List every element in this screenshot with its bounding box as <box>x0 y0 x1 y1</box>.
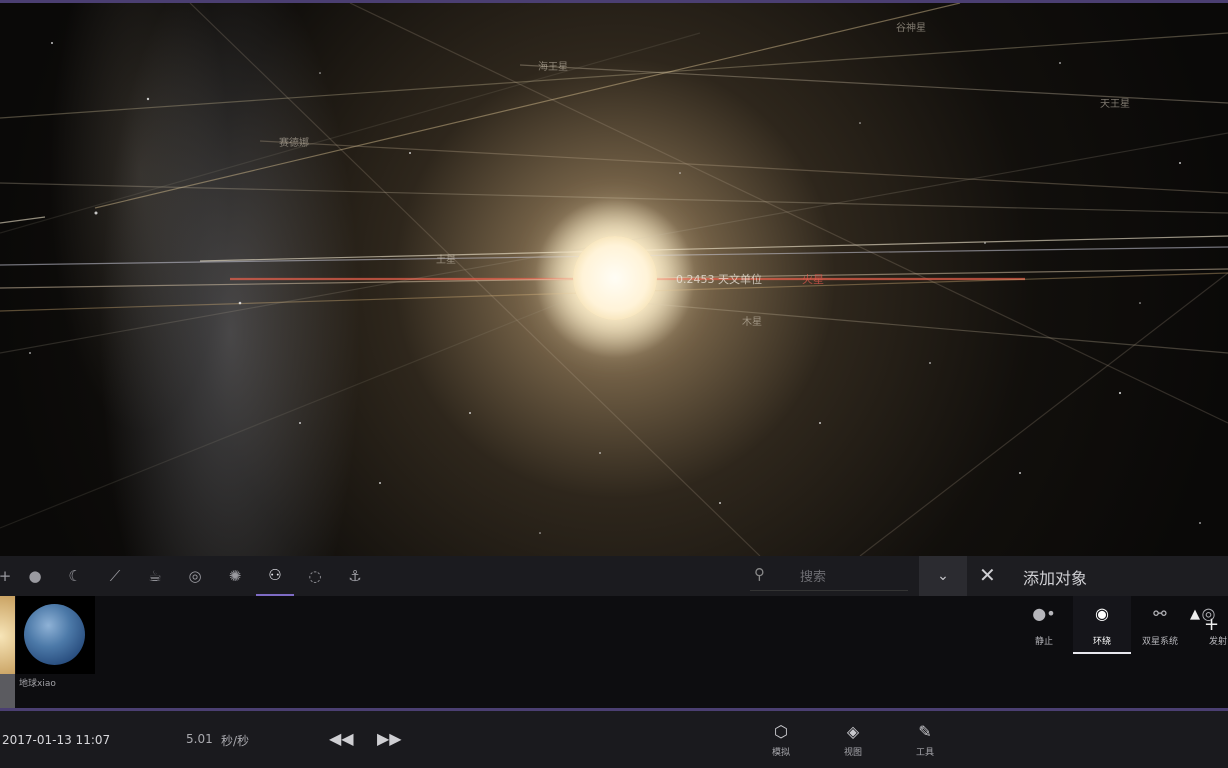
layers-icon: ◈ <box>846 722 860 741</box>
moon-category-icon[interactable]: ☾ <box>56 556 94 596</box>
star-category-icon[interactable]: ✺ <box>216 556 254 596</box>
earth-image <box>24 604 85 665</box>
dust-category-icon[interactable]: ◌ <box>296 556 334 596</box>
object-thumbnail-earth[interactable] <box>16 596 95 674</box>
wrench-icon: ✎ <box>918 722 932 741</box>
launcher-category-icon[interactable]: ⚓ <box>336 556 374 596</box>
fast-forward-icon[interactable]: ▶▶ <box>377 729 402 748</box>
object-label: 地球xiao <box>19 679 56 689</box>
planet-label[interactable]: 天王星 <box>1100 95 1130 110</box>
speed-value[interactable]: 5.01 <box>186 732 213 746</box>
object-list: 地球xiao ●• 静止 ◉ 环绕 ⚯ 双星系统 ◎ 发射 <box>0 596 1228 708</box>
cube-icon: ⬡ <box>774 722 788 741</box>
mode-binary[interactable]: ⚯ 双星系统 <box>1131 596 1189 654</box>
orbit-icon: ◉ <box>1095 604 1109 623</box>
object-thumbnail-strip <box>0 674 15 708</box>
mouse-cursor-icon: ▲ <box>1190 607 1200 622</box>
bottom-bar: 2017-01-13 11:07 5.01 秒/秒 ◀◀ ▶▶ ⬡ 模拟 ◈ 视… <box>0 711 1228 768</box>
tools-button[interactable]: ✎ 工具 <box>905 721 945 765</box>
object-thumbnail-sun[interactable] <box>0 596 15 674</box>
teapot-category-icon[interactable]: ☕ <box>136 556 174 596</box>
galaxy-category-icon[interactable]: ◎ <box>176 556 214 596</box>
people-category-icon[interactable]: ⚇ <box>256 556 294 596</box>
planet-label[interactable]: 谷神星 <box>896 19 926 34</box>
close-icon[interactable]: ✕ <box>979 563 996 587</box>
planet-label[interactable]: 赛德娜 <box>279 134 309 149</box>
comet-category-icon[interactable]: ⟋ <box>96 556 134 596</box>
sun[interactable] <box>573 236 657 320</box>
view-button[interactable]: ◈ 视图 <box>833 721 873 765</box>
crosshair-cursor-icon: + <box>1204 614 1220 635</box>
add-object-header: ✕ 添加对象 <box>967 556 1228 596</box>
search-box: ⚲ <box>750 562 908 591</box>
search-icon: ⚲ <box>754 565 765 583</box>
planet-category-icon[interactable]: ● <box>16 556 54 596</box>
space-viewport[interactable]: 谷神星 海王星 赛德娜 土星 木星 天王星 0.2453 天文单位 火星 <box>0 3 1228 556</box>
dropdown-button[interactable]: ⌄ <box>919 556 967 596</box>
search-input[interactable] <box>798 566 902 588</box>
planet-label[interactable]: 海王星 <box>538 58 568 73</box>
datetime-display[interactable]: 2017-01-13 11:07 <box>2 733 110 747</box>
planet-label[interactable]: 木星 <box>742 313 762 328</box>
binary-icon: ⚯ <box>1153 604 1167 623</box>
chevron-down-icon: ⌄ <box>937 568 949 584</box>
panel-title: 添加对象 <box>1023 569 1088 588</box>
speed-unit: 秒/秒 <box>221 734 250 748</box>
mode-orbit[interactable]: ◉ 环绕 <box>1073 596 1131 654</box>
simulation-button[interactable]: ⬡ 模拟 <box>761 721 801 765</box>
static-icon: ●• <box>1032 604 1056 623</box>
mode-static[interactable]: ●• 静止 <box>1015 596 1073 654</box>
rewind-icon[interactable]: ◀◀ <box>329 729 354 748</box>
distance-label: 0.2453 天文单位 火星 <box>676 273 824 286</box>
planet-label[interactable]: 土星 <box>436 251 456 266</box>
